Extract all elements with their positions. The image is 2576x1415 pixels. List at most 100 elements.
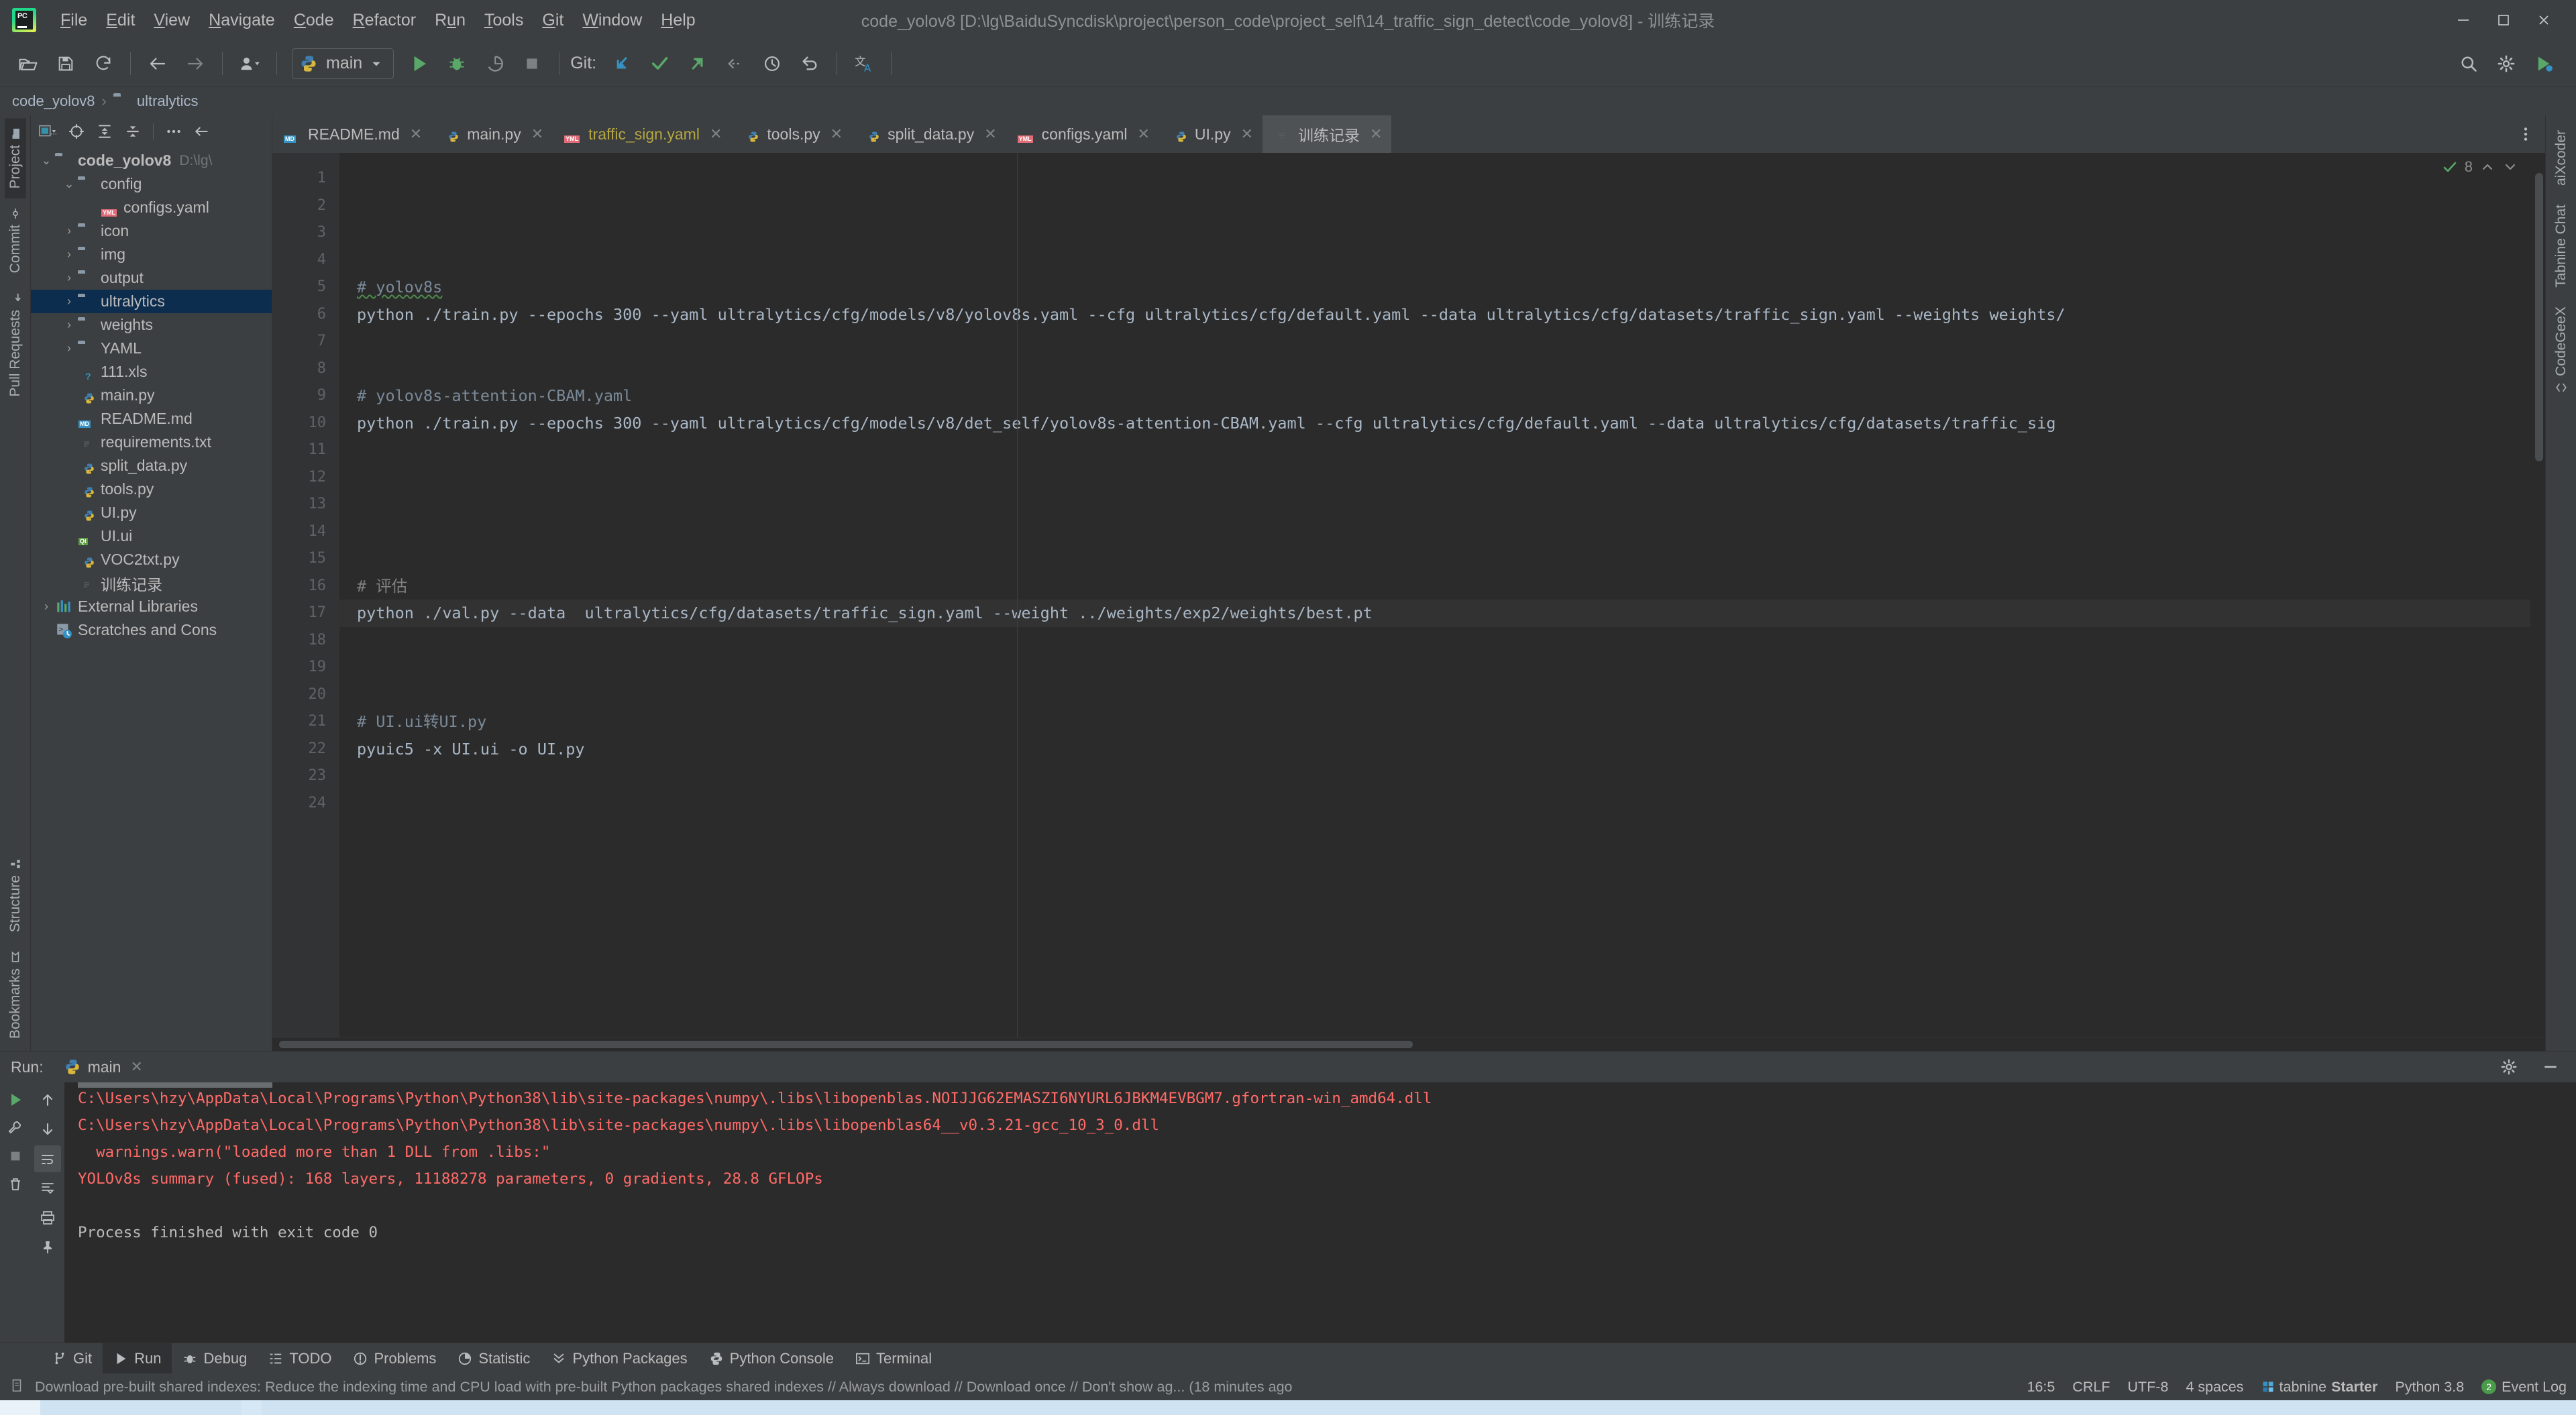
search-everywhere-icon[interactable]: [2453, 48, 2484, 79]
sidebar-item-aixcoder[interactable]: aiXcoder: [2551, 121, 2572, 195]
bottom-tab-debug[interactable]: Debug: [172, 1343, 258, 1373]
code-line[interactable]: [339, 165, 2545, 192]
chevron-down-icon[interactable]: ⌄: [60, 177, 78, 191]
edit-configuration-button[interactable]: [2, 1115, 29, 1141]
tab-overflow-button[interactable]: [2506, 115, 2545, 153]
chevron-right-icon[interactable]: ›: [38, 600, 55, 614]
next-occurrence-button[interactable]: [34, 1116, 61, 1143]
python-interpreter[interactable]: Python 3.8: [2395, 1379, 2464, 1396]
code-line[interactable]: python ./train.py --epochs 300 --yaml ul…: [339, 301, 2545, 329]
editor-tab[interactable]: MD README.md ✕: [272, 115, 431, 153]
code-line[interactable]: [339, 219, 2545, 247]
chevron-right-icon[interactable]: ›: [60, 224, 78, 238]
git-push-icon[interactable]: [682, 48, 712, 79]
chevron-right-icon[interactable]: ›: [60, 271, 78, 285]
chevron-right-icon[interactable]: ›: [60, 341, 78, 355]
trash-icon[interactable]: [2, 1171, 29, 1198]
code-line[interactable]: [339, 247, 2545, 274]
menu-help[interactable]: Help: [651, 7, 704, 34]
git-rollback-icon[interactable]: [794, 48, 825, 79]
chevron-right-icon[interactable]: ›: [60, 318, 78, 332]
code-line[interactable]: [339, 464, 2545, 492]
line-separator[interactable]: CRLF: [2072, 1379, 2110, 1396]
tree-item[interactable]: › icon: [31, 219, 272, 243]
close-icon[interactable]: ✕: [1370, 125, 1382, 143]
run-tab-main[interactable]: main ✕: [57, 1056, 150, 1079]
sidebar-item-commit[interactable]: Commit: [5, 198, 26, 282]
translate-icon[interactable]: 文A: [849, 48, 879, 79]
code-line[interactable]: [339, 328, 2545, 355]
bottom-tool-tabs[interactable]: Git Run Debug TODO Problems Statistic Python P…: [0, 1343, 2576, 1373]
menu-edit[interactable]: Edit: [97, 7, 144, 34]
expand-all-icon[interactable]: [93, 119, 117, 144]
chevron-down-icon[interactable]: ⌄: [38, 154, 55, 168]
close-icon[interactable]: ✕: [130, 1058, 142, 1076]
open-folder-icon[interactable]: [13, 48, 44, 79]
settings-gear-icon[interactable]: [2491, 48, 2522, 79]
tree-item[interactable]: main.py: [31, 384, 272, 407]
editor-tab[interactable]: split_data.py ✕: [852, 115, 1006, 153]
editor-code-area[interactable]: # yolov8s python ./train.py --epochs 300 …: [339, 153, 2545, 1037]
settings-gear-icon[interactable]: [2496, 1054, 2522, 1080]
tree-item[interactable]: UI.py: [31, 501, 272, 524]
breadcrumb-item-project[interactable]: code_yolov8: [12, 93, 95, 110]
sidebar-item-bookmarks[interactable]: Bookmarks: [5, 942, 26, 1048]
git-commit-icon[interactable]: [644, 48, 675, 79]
close-icon[interactable]: ✕: [1241, 125, 1253, 143]
caret-position[interactable]: 16:5: [2027, 1379, 2055, 1396]
code-line[interactable]: pyuic5 -x UI.ui -o UI.py: [339, 736, 2545, 763]
code-line[interactable]: [339, 654, 2545, 681]
code-line[interactable]: [339, 627, 2545, 655]
print-button[interactable]: [34, 1204, 61, 1231]
bottom-tab-problems[interactable]: Problems: [342, 1343, 447, 1373]
status-notification[interactable]: Download pre-built shared indexes: Reduc…: [35, 1379, 1293, 1396]
sidebar-item-tabnine-chat[interactable]: Tabnine Chat: [2551, 195, 2572, 297]
code-line[interactable]: # yolov8s-attention-CBAM.yaml: [339, 382, 2545, 410]
editor-tab[interactable]: YML traffic_sign.yaml ✕: [553, 115, 731, 153]
tree-item[interactable]: ? 111.xls: [31, 360, 272, 384]
menu-git[interactable]: Git: [533, 7, 573, 34]
menu-code[interactable]: Code: [284, 7, 343, 34]
close-icon[interactable]: ✕: [1137, 125, 1149, 143]
locate-target-icon[interactable]: [64, 119, 89, 144]
bottom-tab-python-console[interactable]: Python Console: [698, 1343, 845, 1373]
event-log[interactable]: 2 Event Log: [2481, 1379, 2567, 1396]
code-line[interactable]: [339, 518, 2545, 546]
breadcrumb-item-folder[interactable]: ultralytics: [113, 93, 199, 110]
project-scope-icon[interactable]: …: [36, 119, 60, 144]
bottom-tab-run[interactable]: Run: [103, 1343, 172, 1373]
code-line[interactable]: [339, 790, 2545, 817]
git-rebase-icon[interactable]: [719, 48, 750, 79]
back-arrow-icon[interactable]: [142, 48, 173, 79]
project-tree[interactable]: ⌄ code_yolov8 D:\lg\ ⌄ config YML configs.yaml…: [31, 148, 272, 1051]
editor-tab[interactable]: tools.py ✕: [731, 115, 852, 153]
tree-item[interactable]: tools.py: [31, 477, 272, 501]
hscrollbar-thumb[interactable]: [279, 1041, 1413, 1048]
tree-item[interactable]: ⌄ config: [31, 172, 272, 196]
close-icon[interactable]: ✕: [710, 125, 722, 143]
code-line[interactable]: [339, 545, 2545, 573]
run-button[interactable]: [404, 48, 435, 79]
tree-item[interactable]: 训练记录: [31, 571, 272, 595]
code-line[interactable]: # UI.ui转UI.py: [339, 708, 2545, 736]
editor-tab[interactable]: UI.py ✕: [1159, 115, 1263, 153]
debug-button[interactable]: [441, 48, 472, 79]
editor-tab[interactable]: YML configs.yaml ✕: [1006, 115, 1159, 153]
tree-item[interactable]: › ultralytics: [31, 290, 272, 313]
stop-button[interactable]: [2, 1143, 29, 1170]
sync-icon[interactable]: [88, 48, 119, 79]
code-line[interactable]: [339, 681, 2545, 709]
taskbar-item[interactable]: [241, 1400, 262, 1415]
collapse-all-icon[interactable]: [121, 119, 145, 144]
editor-tab-bar[interactable]: MD README.md ✕ main.py ✕ YML traffic_sign.yaml…: [272, 115, 2545, 153]
scroll-to-end-button[interactable]: [34, 1175, 61, 1202]
menu-run[interactable]: Run: [425, 7, 475, 34]
ide-updates-icon[interactable]: [2528, 48, 2559, 79]
tree-item[interactable]: › img: [31, 243, 272, 266]
code-line[interactable]: python ./train.py --epochs 300 --yaml ul…: [339, 410, 2545, 437]
close-icon[interactable]: ✕: [531, 125, 543, 143]
code-line[interactable]: # 评估: [339, 573, 2545, 600]
bottom-tab-terminal[interactable]: Terminal: [845, 1343, 943, 1373]
tree-item[interactable]: › output: [31, 266, 272, 290]
maximize-button[interactable]: [2483, 3, 2524, 37]
